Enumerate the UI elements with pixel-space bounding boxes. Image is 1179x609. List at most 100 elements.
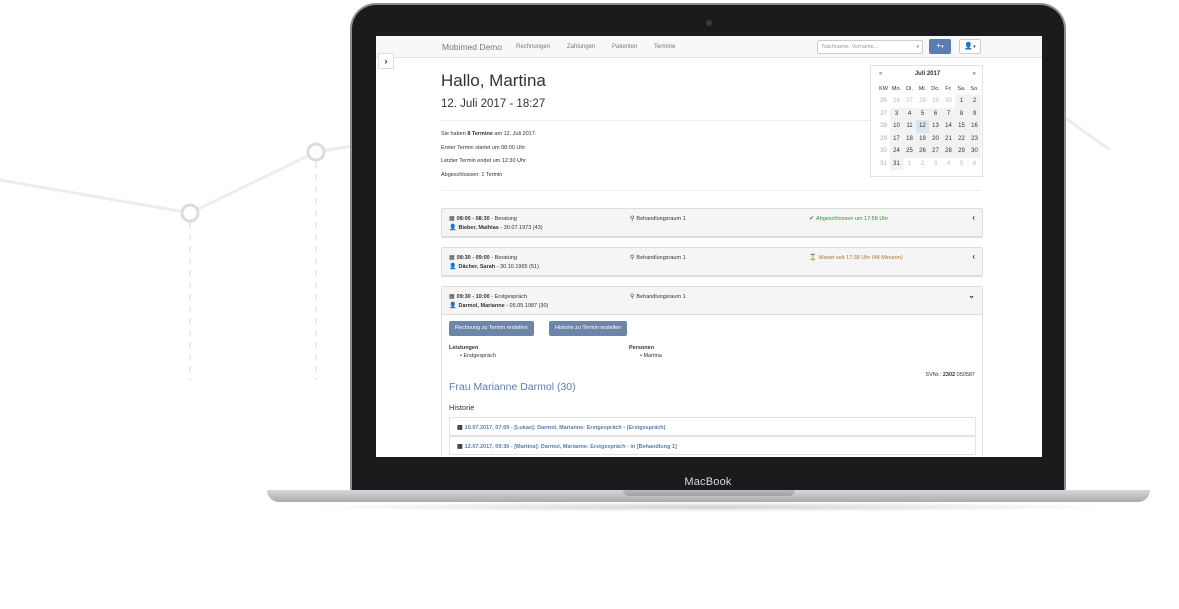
history-link[interactable]: 12.07.2017, 09:30 - [Martina]: Darmol, M… xyxy=(465,444,677,450)
calendar-day[interactable]: 29 xyxy=(955,145,968,158)
calendar-weekday: So. xyxy=(970,86,979,92)
brand-link[interactable]: Mobimed Demo xyxy=(442,42,502,52)
calendar-day[interactable]: 2 xyxy=(916,158,929,171)
top-navbar: Mobimed Demo Rechnungen Zahlungen Patien… xyxy=(376,36,1042,58)
calendar-day[interactable]: 6 xyxy=(968,158,981,171)
nav-patienten[interactable]: Patienten xyxy=(612,44,637,50)
appointment-birthdate: 30.10.1965 (51) xyxy=(500,264,539,270)
nav-termine[interactable]: Termine xyxy=(654,44,675,50)
calendar-day[interactable]: 9 xyxy=(968,107,981,120)
summary-line-1: Sie haben 8 Termine am 12. Juli 2017. xyxy=(441,131,536,137)
svnr-label: SVNr.: xyxy=(925,372,942,378)
calendar-day[interactable]: 26 xyxy=(890,95,903,108)
calendar-day[interactable]: 8 xyxy=(955,107,968,120)
patient-search-input[interactable]: Nachname, Vorname... ▾ xyxy=(817,40,923,54)
appointment-panel-expanded[interactable]: ▦ 09:30 - 10:00 - Erstgespräch 👤 Darmol, M… xyxy=(441,286,983,457)
calendar-week-number: 28 xyxy=(880,123,887,130)
calendar-week-number: 30 xyxy=(880,148,887,155)
chevron-left-icon[interactable]: ‹ xyxy=(972,213,975,222)
appointment-panel[interactable]: ▦ 08:00 - 08:30 - Beratung 👤 Bieber, Mathi… xyxy=(441,208,983,238)
calendar-day[interactable]: 22 xyxy=(955,132,968,145)
calendar-prev-button[interactable]: « xyxy=(879,71,882,77)
calendar-day[interactable]: 3 xyxy=(929,158,942,171)
appointment-time: 09:30 - 10:00 xyxy=(456,294,490,300)
calendar-day[interactable]: 16 xyxy=(968,120,981,133)
calendar-day[interactable]: 1 xyxy=(903,158,916,171)
calendar-day[interactable]: 19 xyxy=(916,132,929,145)
calendar-day[interactable]: 4 xyxy=(942,158,955,171)
calendar-week-number: 31 xyxy=(880,160,887,167)
appointment-header[interactable]: ▦ 09:30 - 10:00 - Erstgespräch 👤 Darmol, M… xyxy=(442,287,982,315)
calendar-day[interactable]: 5 xyxy=(916,107,929,120)
appointment-time-line: ▦ 09:30 - 10:00 - Erstgespräch xyxy=(449,294,527,300)
calendar-day[interactable]: 21 xyxy=(942,132,955,145)
user-icon: 👤 xyxy=(449,264,457,270)
add-button[interactable]: +▾ xyxy=(929,39,951,54)
appointment-birthdate: 05.05.1987 (30) xyxy=(509,303,549,309)
user-menu-button[interactable]: 👤▾ xyxy=(959,39,981,54)
calendar-day[interactable]: 12 xyxy=(916,120,929,133)
calendar-day[interactable]: 30 xyxy=(942,95,955,108)
calendar-weekday: Fr. xyxy=(945,86,952,92)
calendar-day[interactable]: 14 xyxy=(942,120,955,133)
calendar-day[interactable]: 7 xyxy=(942,107,955,120)
calendar-day[interactable]: 24 xyxy=(890,145,903,158)
divider xyxy=(441,190,982,191)
search-placeholder: Nachname, Vorname... xyxy=(822,44,879,50)
history-item[interactable]: ▦ 12.07.2017, 09:30 - [Martina]: Darmol, … xyxy=(449,436,976,455)
calendar-day[interactable]: 18 xyxy=(903,132,916,145)
appointment-header[interactable]: ▦ 08:30 - 09:00 - Beratung 👤 Dächer, Sarah… xyxy=(442,248,982,276)
appointment-patient: Dächer, Sarah xyxy=(458,264,496,270)
calendar-day[interactable]: 26 xyxy=(916,145,929,158)
hourglass-icon: ⌛ xyxy=(809,255,817,261)
calendar-day[interactable]: 15 xyxy=(955,120,968,133)
calendar-day[interactable]: 31 xyxy=(890,157,903,170)
calendar-day[interactable]: 25 xyxy=(903,145,916,158)
chevron-right-icon: › xyxy=(384,56,388,66)
calendar-day[interactable]: 2 xyxy=(968,95,981,108)
patient-name-link[interactable]: Frau Marianne Darmol (30) xyxy=(449,381,576,393)
calendar-day[interactable]: 1 xyxy=(955,95,968,108)
nav-zahlungen[interactable]: Zahlungen xyxy=(567,44,595,50)
calendar-day[interactable]: 6 xyxy=(929,107,942,120)
person-name: Martina xyxy=(643,353,662,359)
calendar-day[interactable]: 11 xyxy=(903,120,916,133)
calendar-day[interactable]: 10 xyxy=(890,120,903,133)
history-title: Historie xyxy=(449,403,475,412)
appointment-room: ⚲ Behandlungsraum 1 xyxy=(630,254,686,261)
calendar-day[interactable]: 3 xyxy=(890,107,903,120)
appointment-header[interactable]: ▦ 08:00 - 08:30 - Beratung 👤 Bieber, Mathi… xyxy=(442,209,982,237)
calendar-body: 26 26 27 28 29 30 1 2 27 3 4 5 6 7 8 9 28 10 11 12 13 14 15 16 2… xyxy=(877,95,981,170)
appointment-patient: Bieber, Mathias xyxy=(458,225,499,231)
calendar-grid: KW Mo. Di. Mi. Do. Fr. Sa. So. 26 26 27 28 29 30 1 2 27… xyxy=(877,83,981,170)
calendar-day[interactable]: 30 xyxy=(968,145,981,158)
calendar-day[interactable]: 27 xyxy=(903,95,916,108)
history-item[interactable]: ▦ 10.07.2017, 07:00 - [Lukas]: Darmol, Ma… xyxy=(449,417,976,436)
chevron-left-icon[interactable]: ‹ xyxy=(972,252,975,261)
calendar-day[interactable]: 5 xyxy=(955,158,968,171)
create-history-button[interactable]: Historie zu Termin erstellen xyxy=(549,321,628,336)
calendar-day[interactable]: 27 xyxy=(929,145,942,158)
nav-rechnungen[interactable]: Rechnungen xyxy=(516,44,550,50)
calendar-day[interactable]: 13 xyxy=(929,120,942,133)
calendar-day[interactable]: 28 xyxy=(942,145,955,158)
calendar-day[interactable]: 29 xyxy=(929,95,942,108)
appointment-panel[interactable]: ▦ 08:30 - 09:00 - Beratung 👤 Dächer, Sarah… xyxy=(441,247,983,277)
history-link[interactable]: 10.07.2017, 07:00 - [Lukas]: Darmol, Mar… xyxy=(465,425,666,431)
calendar-next-button[interactable]: » xyxy=(973,71,976,77)
calendar-week-row: 27 3 4 5 6 7 8 9 xyxy=(877,107,981,120)
calendar-day[interactable]: 20 xyxy=(929,132,942,145)
calendar-day[interactable]: 17 xyxy=(890,132,903,145)
appointment-room: ⚲ Behandlungsraum 1 xyxy=(630,293,686,300)
app-screen: Mobimed Demo Rechnungen Zahlungen Patien… xyxy=(376,36,1042,457)
chevron-down-icon[interactable]: ⌄ xyxy=(968,291,975,300)
calendar-day[interactable]: 23 xyxy=(968,132,981,145)
appointment-room: ⚲ Behandlungsraum 1 xyxy=(630,215,686,222)
calendar-day[interactable]: 4 xyxy=(903,107,916,120)
calendar-week-header: KW xyxy=(879,86,888,92)
create-invoice-button[interactable]: Rechnung zu Termin erstellen xyxy=(449,321,534,336)
appointment-patient-line: 👤 Dächer, Sarah - 30.10.1965 (51) xyxy=(449,264,539,270)
sidebar-toggle-button[interactable]: › xyxy=(378,53,394,69)
calendar-day[interactable]: 28 xyxy=(916,95,929,108)
laptop-shadow xyxy=(300,502,1120,512)
